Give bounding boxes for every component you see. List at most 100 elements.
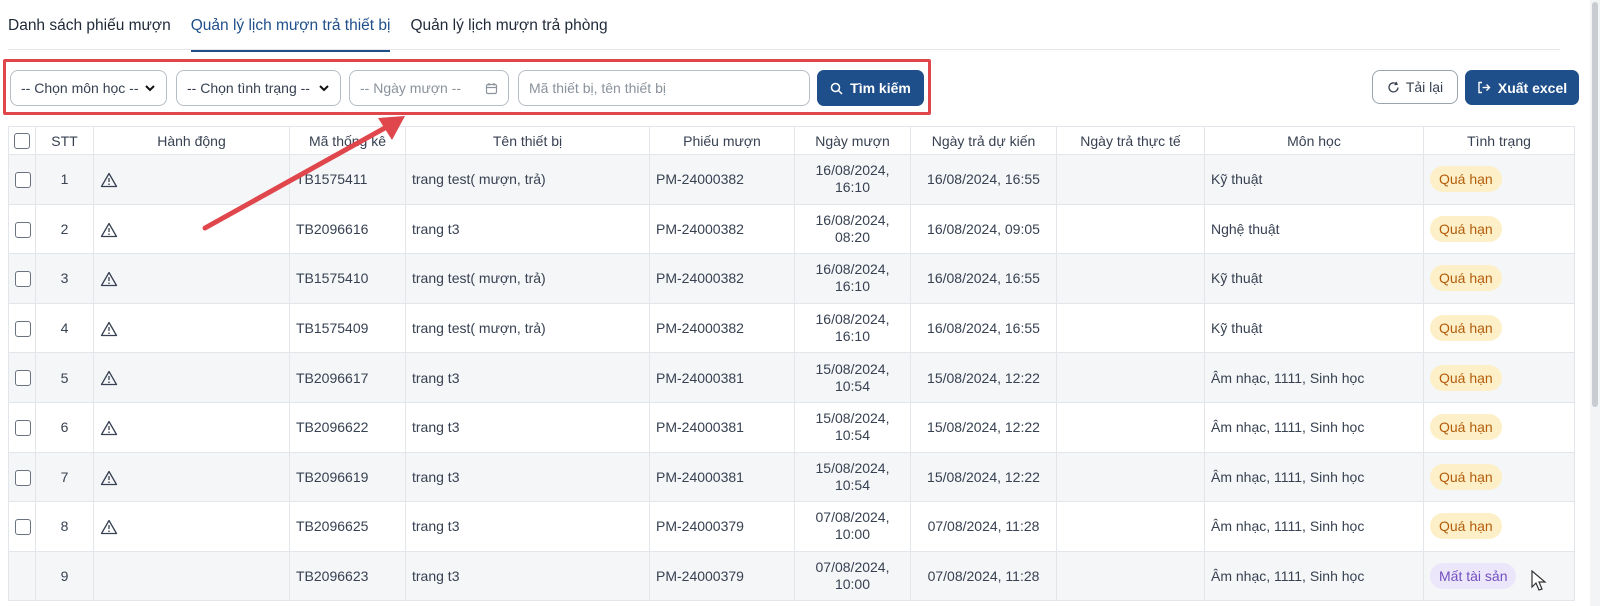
status-badge: Quá hạn — [1430, 265, 1502, 292]
row-device-name: trang test( mượn, trả) — [405, 253, 650, 304]
borrow-time: 10:54 — [834, 427, 871, 444]
row-checkbox-cell[interactable] — [8, 501, 36, 552]
tab-device-schedule[interactable]: Quản lý lịch mượn trả thiết bị — [190, 0, 391, 52]
search-button[interactable]: Tìm kiếm — [817, 70, 924, 106]
row-checkbox-cell[interactable] — [8, 352, 36, 403]
reload-button-label: Tải lại — [1405, 79, 1444, 95]
status-select[interactable]: -- Chọn tình trạng -- — [176, 70, 341, 106]
warning-icon[interactable] — [100, 420, 118, 436]
row-checkbox-cell[interactable] — [8, 401, 36, 453]
row-status-cell: Quá hạn — [1423, 401, 1575, 453]
warning-icon[interactable] — [100, 172, 118, 188]
checkbox[interactable] — [14, 133, 30, 150]
row-borrow-date: 16/08/2024, 08:20 — [794, 203, 911, 255]
status-badge: Quá hạn — [1430, 364, 1502, 391]
row-checkbox-cell[interactable] — [8, 154, 36, 205]
row-device-name: trang test( mượn, trả) — [405, 154, 650, 205]
warning-icon[interactable] — [100, 271, 118, 287]
status-badge: Quá hạn — [1430, 463, 1502, 490]
status-badge: Quá hạn — [1430, 166, 1502, 193]
table-row[interactable]: 9 TB2096623 trang t3 PM-24000379 07/08/2024,… — [8, 550, 1575, 602]
row-code: TB1575409 — [289, 302, 406, 354]
header-select-all[interactable] — [8, 126, 36, 155]
row-borrow-date: 15/08/2024, 10:54 — [794, 451, 911, 503]
header-return-date: Ngày trả thực tế — [1056, 126, 1205, 155]
status-badge: Mất tài sản — [1430, 563, 1517, 590]
checkbox[interactable] — [15, 370, 31, 387]
table-row[interactable]: 3 TB1575410 trang test( mượn, trả) PM-24000… — [8, 253, 1575, 304]
checkbox[interactable] — [15, 221, 31, 238]
warning-icon[interactable] — [100, 370, 118, 386]
table-row[interactable]: 6 TB2096622 trang t3 PM-24000381 15/08/2024,… — [8, 401, 1575, 453]
row-subject: Âm nhạc, 1111, Sinh học — [1204, 451, 1424, 503]
checkbox[interactable] — [15, 320, 31, 337]
row-checkbox-cell[interactable] — [8, 302, 36, 354]
row-borrow-date: 15/08/2024, 10:54 — [794, 401, 911, 453]
warning-icon[interactable] — [100, 321, 118, 337]
export-icon — [1478, 81, 1491, 94]
row-due-date: 16/08/2024, 16:55 — [910, 154, 1057, 205]
row-stt: 9 — [35, 550, 94, 602]
tab-borrow-slips[interactable]: Danh sách phiếu mượn — [8, 0, 171, 50]
row-borrow-date: 16/08/2024, 16:10 — [794, 253, 911, 304]
warning-icon[interactable] — [100, 470, 118, 486]
tab-room-schedule[interactable]: Quản lý lịch mượn trả phòng — [410, 0, 607, 50]
borrow-time: 16:10 — [834, 278, 871, 295]
row-stt: 4 — [35, 302, 94, 354]
header-device-name: Tên thiết bị — [405, 126, 650, 155]
row-checkbox-cell[interactable] — [8, 203, 36, 255]
table-row[interactable]: 1 TB1575411 trang test( mượn, trả) PM-24000… — [8, 154, 1575, 205]
borrow-date-input[interactable]: -- Ngày mượn -- — [349, 70, 509, 106]
row-action-cell — [93, 253, 290, 304]
row-subject: Âm nhạc, 1111, Sinh học — [1204, 501, 1424, 552]
table-row[interactable]: 2 TB2096616 trang t3 PM-24000382 16/08/2024,… — [8, 203, 1575, 255]
scrollbar-thumb[interactable] — [1592, 2, 1598, 407]
row-subject: Âm nhạc, 1111, Sinh học — [1204, 352, 1424, 403]
row-checkbox-cell[interactable] — [8, 253, 36, 304]
borrow-time: 08:20 — [834, 228, 871, 245]
checkbox[interactable] — [15, 171, 31, 188]
header-borrow-date: Ngày mượn — [794, 126, 911, 155]
row-borrow-slip: PM-24000381 — [649, 451, 795, 503]
status-badge: Quá hạn — [1430, 414, 1502, 441]
export-excel-button[interactable]: Xuất excel — [1465, 70, 1579, 105]
warning-icon[interactable] — [100, 222, 118, 238]
search-button-label: Tìm kiếm — [850, 80, 911, 96]
row-checkbox-cell[interactable] — [8, 451, 36, 503]
borrow-time: 10:00 — [834, 576, 871, 593]
row-subject: Kỹ thuật — [1204, 302, 1424, 354]
table-row[interactable]: 8 TB2096625 trang t3 PM-24000379 07/08/2024,… — [8, 501, 1575, 552]
row-borrow-date: 07/08/2024, 10:00 — [794, 550, 911, 602]
borrow-date: 07/08/2024, — [815, 559, 890, 576]
table-row[interactable]: 7 TB2096619 trang t3 PM-24000381 15/08/2024,… — [8, 451, 1575, 503]
row-code: TB2096616 — [289, 203, 406, 255]
warning-icon[interactable] — [100, 519, 118, 535]
row-due-date: 16/08/2024, 16:55 — [910, 253, 1057, 304]
row-borrow-date: 16/08/2024, 16:10 — [794, 154, 911, 205]
tab-bar: Danh sách phiếu mượn Quản lý lịch mượn t… — [8, 0, 1560, 52]
status-badge: Quá hạn — [1430, 215, 1502, 242]
row-action-cell — [93, 302, 290, 354]
borrow-date: 15/08/2024, — [815, 360, 890, 377]
header-due-date: Ngày trả dự kiến — [910, 126, 1057, 155]
reload-button[interactable]: Tải lại — [1372, 70, 1458, 104]
row-checkbox-cell[interactable] — [8, 550, 36, 602]
checkbox[interactable] — [15, 519, 31, 536]
export-button-label: Xuất excel — [1497, 79, 1568, 96]
header-stt: STT — [35, 126, 94, 155]
search-input[interactable]: Mã thiết bị, tên thiết bị — [518, 70, 810, 106]
checkbox[interactable] — [15, 271, 31, 288]
row-borrow-slip: PM-24000382 — [649, 203, 795, 255]
row-return-date — [1056, 203, 1205, 255]
subject-select[interactable]: -- Chọn môn học -- — [10, 70, 167, 106]
checkbox[interactable] — [15, 419, 31, 436]
borrow-schedule-table: STT Hành động Mã thống kê Tên thiết bị P… — [8, 126, 1575, 602]
row-subject: Nghệ thuật — [1204, 203, 1424, 255]
mouse-cursor-icon — [1531, 570, 1547, 591]
status-select-value: -- Chọn tình trạng -- — [187, 80, 310, 96]
header-code: Mã thống kê — [289, 126, 406, 155]
table-row[interactable]: 5 TB2096617 trang t3 PM-24000381 15/08/2024,… — [8, 352, 1575, 403]
table-body: 1 TB1575411 trang test( mượn, trả) PM-24000… — [8, 154, 1575, 602]
table-row[interactable]: 4 TB1575409 trang test( mượn, trả) PM-24000… — [8, 302, 1575, 354]
checkbox[interactable] — [15, 469, 31, 486]
